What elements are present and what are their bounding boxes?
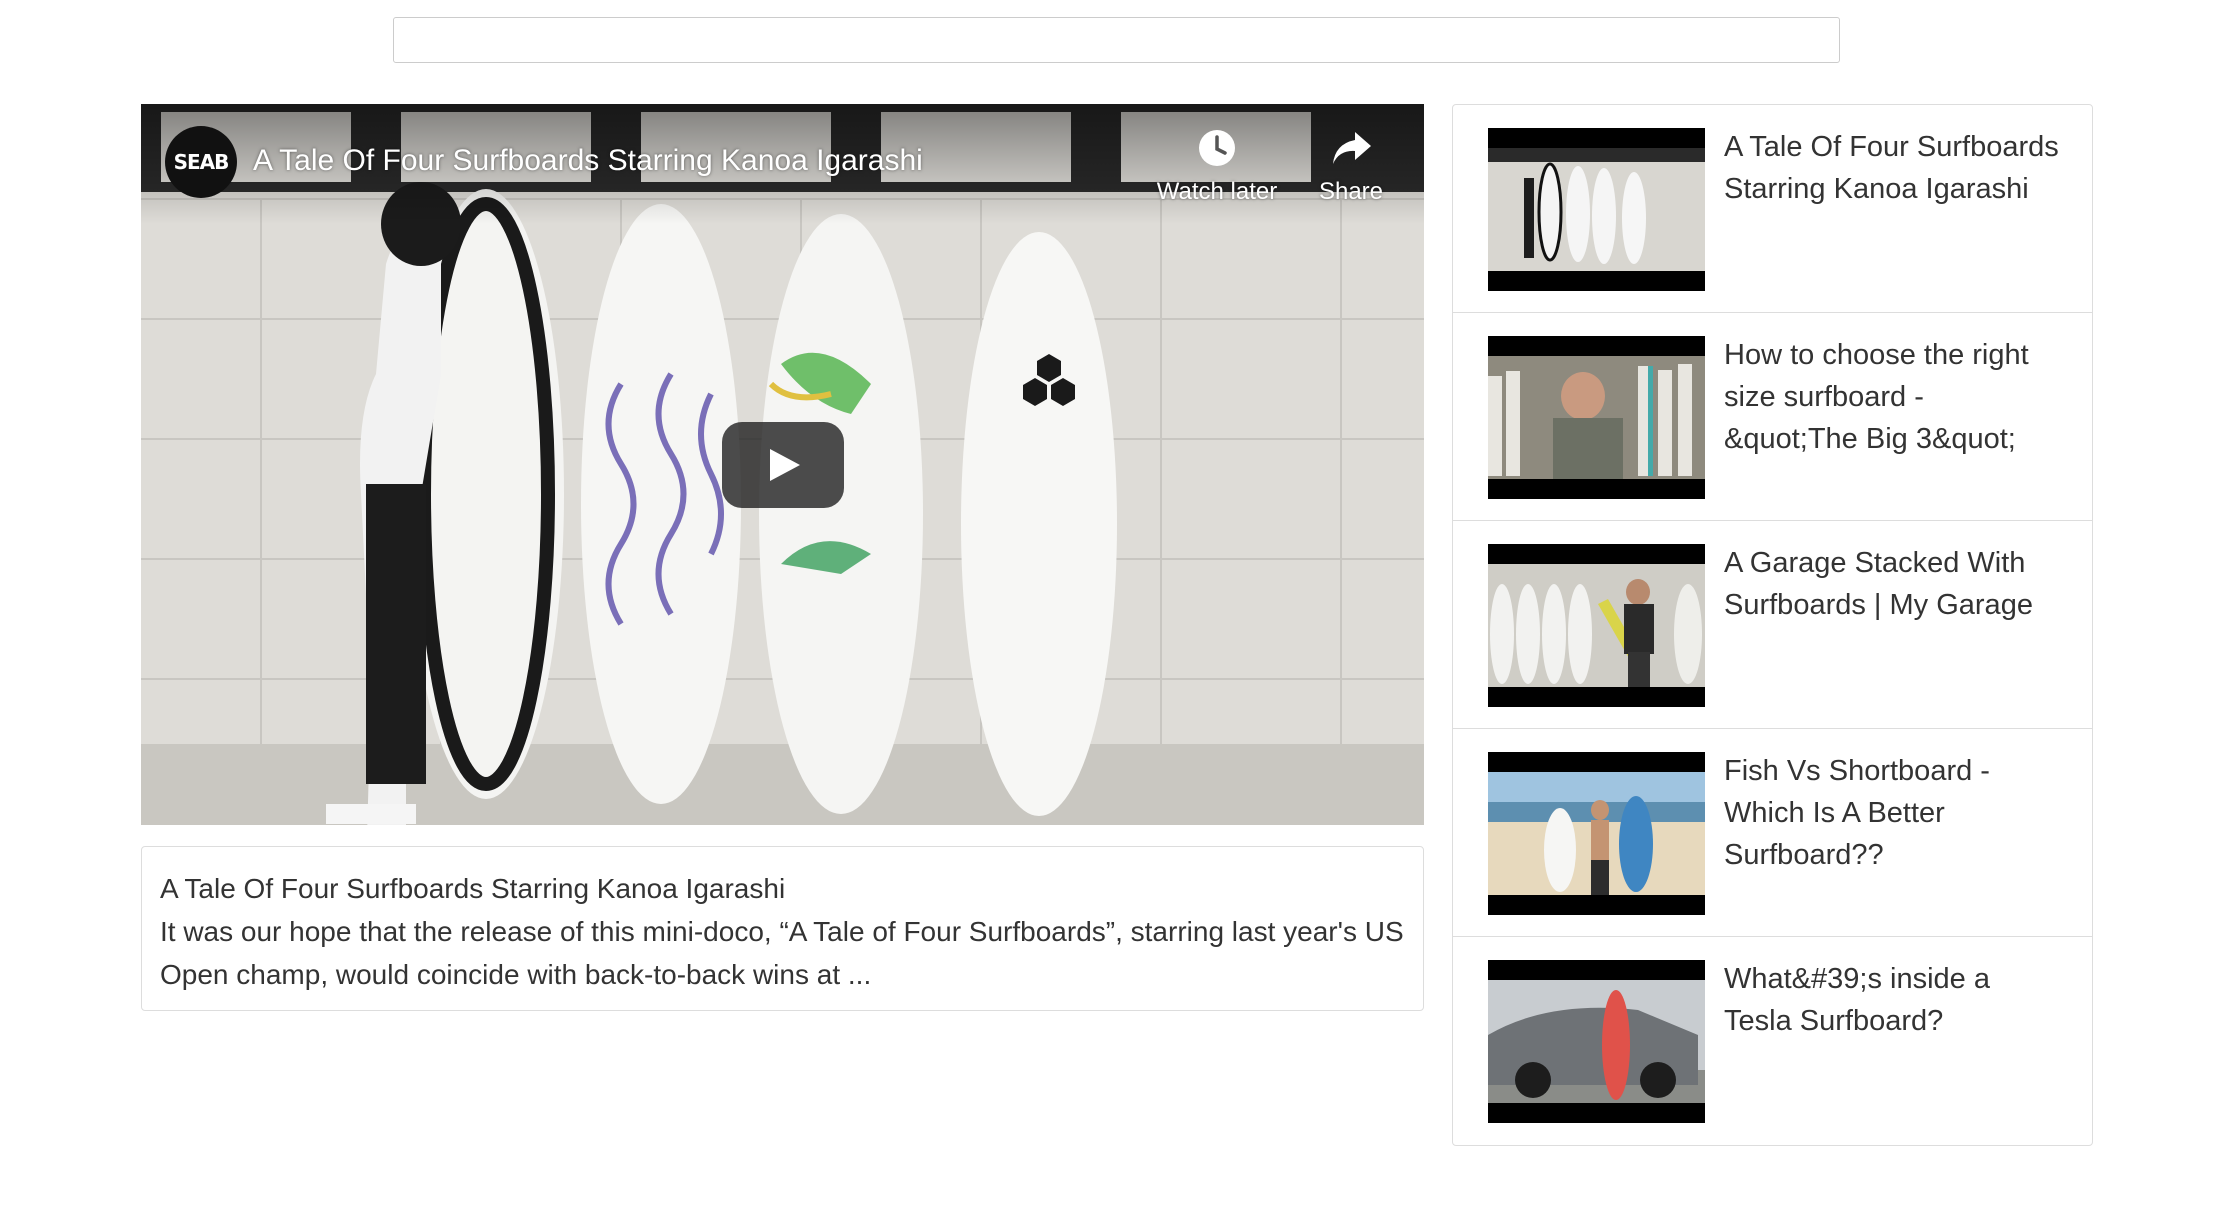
- description-text: It was our hope that the release of this…: [160, 916, 1404, 990]
- video-description-panel: A Tale Of Four Surfboards Starring Kanoa…: [141, 846, 1424, 1011]
- channel-logo[interactable]: SEAB: [165, 126, 237, 198]
- video-thumbnail[interactable]: [1488, 336, 1705, 499]
- video-player[interactable]: SEAB A Tale Of Four Surfboards Starring …: [141, 104, 1424, 825]
- thumbnail-image: [1488, 564, 1705, 687]
- thumbnail-image: [1488, 356, 1705, 479]
- list-item-title[interactable]: A Garage Stacked With Surfboards | My Ga…: [1724, 542, 2064, 626]
- list-item-title[interactable]: A Tale Of Four Surfboards Starring Kanoa…: [1724, 126, 2064, 210]
- list-item[interactable]: What&#39;s inside a Tesla Surfboard?: [1453, 937, 2092, 1145]
- thumbnail-image: [1488, 148, 1705, 271]
- thumbnail-image: [1488, 980, 1705, 1103]
- share-button[interactable]: Share: [1281, 126, 1421, 206]
- share-arrow-icon: [1333, 132, 1371, 164]
- clock-icon: [1199, 130, 1235, 166]
- play-button[interactable]: [722, 422, 844, 508]
- list-item[interactable]: How to choose the right size surfboard -…: [1453, 313, 2092, 521]
- thumbnail-image: [1488, 772, 1705, 895]
- watch-later-button[interactable]: Watch later: [1147, 126, 1287, 206]
- video-thumbnail[interactable]: [1488, 128, 1705, 291]
- list-item-title[interactable]: Fish Vs Shortboard - Which Is A Better S…: [1724, 750, 2064, 876]
- list-item[interactable]: A Garage Stacked With Surfboards | My Ga…: [1453, 521, 2092, 729]
- description-title: A Tale Of Four Surfboards Starring Kanoa…: [160, 873, 786, 904]
- list-item-title[interactable]: How to choose the right size surfboard -…: [1724, 334, 2064, 460]
- play-icon: [770, 449, 800, 481]
- share-label: Share: [1318, 178, 1384, 205]
- list-item-title[interactable]: What&#39;s inside a Tesla Surfboard?: [1724, 958, 2064, 1042]
- watch-later-label: Watch later: [1156, 178, 1278, 205]
- video-thumbnail[interactable]: [1488, 960, 1705, 1123]
- list-item[interactable]: Fish Vs Shortboard - Which Is A Better S…: [1453, 729, 2092, 937]
- list-item[interactable]: A Tale Of Four Surfboards Starring Kanoa…: [1453, 105, 2092, 313]
- video-thumbnail[interactable]: [1488, 544, 1705, 707]
- video-title[interactable]: A Tale Of Four Surfboards Starring Kanoa…: [253, 144, 923, 178]
- search-input[interactable]: [393, 17, 1840, 63]
- video-thumbnail[interactable]: [1488, 752, 1705, 915]
- related-videos-list: A Tale Of Four Surfboards Starring Kanoa…: [1452, 104, 2093, 1146]
